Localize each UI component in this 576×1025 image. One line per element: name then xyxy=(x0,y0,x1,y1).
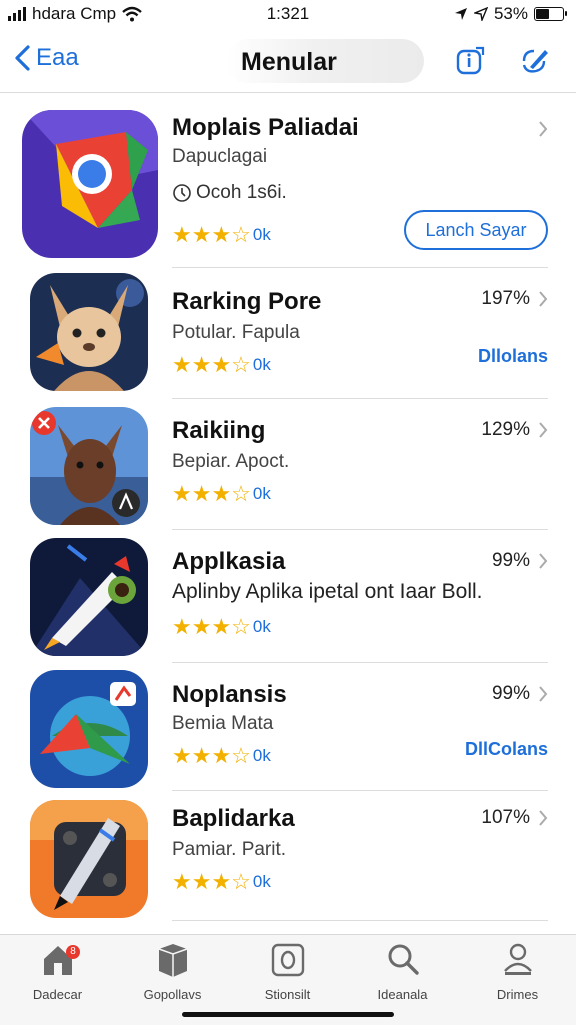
box-icon xyxy=(158,944,187,977)
back-label: Eaa xyxy=(36,44,79,71)
app-name: Noplansis xyxy=(172,681,287,708)
rating-count: 0k xyxy=(252,746,271,765)
app-percent: 99% xyxy=(491,683,530,704)
navigation-bar: Eaa Menular xyxy=(0,34,576,93)
download-link[interactable]: Dllolans xyxy=(478,346,548,367)
stars-glyphs: ★★★☆ xyxy=(172,352,251,377)
clock-icon xyxy=(173,184,191,202)
rating-count: 0k xyxy=(252,355,271,374)
list-item[interactable]: Noplansis Bemia Mata ★★★☆ 0k 99% DllCola… xyxy=(0,663,576,791)
chevron-right-icon xyxy=(539,810,548,826)
status-right: 53% xyxy=(454,4,567,24)
tab-label: Dadecar xyxy=(32,987,83,1002)
tab-bar: 8 Dadecar Gopollavs Stionsilt Ideanala D… xyxy=(0,934,576,1025)
stars-glyphs: ★★★☆ xyxy=(172,743,251,768)
chrome-like-icon xyxy=(22,110,158,258)
tab-search[interactable]: Ideanala xyxy=(345,941,460,1002)
stars-glyphs: ★★★☆ xyxy=(172,869,251,894)
app-subtitle: Bepiar. Apoct. xyxy=(172,451,290,472)
rating-count: 0k xyxy=(252,872,271,891)
home-indicator xyxy=(182,1012,394,1017)
notification-badge: 8 xyxy=(66,945,80,959)
star-rating: ★★★☆ 0k xyxy=(172,869,271,895)
stars-glyphs: ★★★☆ xyxy=(172,222,251,247)
info-icon[interactable] xyxy=(454,45,486,77)
tab-label: Gopollavs xyxy=(143,987,202,1002)
tab-label: Stionsilt xyxy=(264,987,311,1002)
app-name: Rarking Pore xyxy=(172,288,322,315)
page-title: Menular xyxy=(241,48,337,76)
app-subtitle: Aplinby Aplika ipetal ont Iaar Boll. xyxy=(172,580,483,603)
battery-fill xyxy=(536,9,549,19)
list-item[interactable]: Rarking Pore Potular. Fapula ★★★☆ 0k 197… xyxy=(0,268,576,399)
tab-label: Drimes xyxy=(496,987,539,1002)
location-icon xyxy=(454,8,467,20)
app-subtitle: Pamiar. Parit. xyxy=(172,839,287,860)
stars-glyphs: ★★★☆ xyxy=(172,481,251,506)
person-icon xyxy=(503,943,532,975)
location-outline-icon xyxy=(473,7,488,21)
rating-count: 0k xyxy=(252,484,271,503)
app-name: Moplais Paliadai xyxy=(172,114,359,141)
app-percent: 129% xyxy=(481,419,530,440)
compose-icon[interactable] xyxy=(518,45,550,77)
horse-icon xyxy=(30,407,148,525)
search-icon xyxy=(388,944,419,975)
star-rating: ★★★☆ 0k xyxy=(172,222,271,248)
tab-stations[interactable]: Stionsilt xyxy=(230,941,345,1002)
rating-count: 0k xyxy=(252,225,271,244)
list-item[interactable]: Applkasia Aplinby Aplika ipetal ont Iaar… xyxy=(0,530,576,663)
list-item[interactable]: Baplidarka Pamiar. Parit. ★★★☆ 0k 107% xyxy=(0,791,576,921)
app-subtitle: Bemia Mata xyxy=(172,713,274,734)
tab-profile[interactable]: Drimes xyxy=(460,941,575,1002)
app-name: Raikiing xyxy=(172,417,266,444)
download-link[interactable]: DllColans xyxy=(465,739,548,760)
list-item[interactable]: Moplais Paliadai Dapuclagai Ocoh 1s6i. ★… xyxy=(0,96,576,268)
rocket-icon xyxy=(30,538,148,656)
app-list: Moplais Paliadai Dapuclagai Ocoh 1s6i. ★… xyxy=(0,96,576,931)
tab-apps[interactable]: Gopollavs xyxy=(115,941,230,1002)
pen-tool-icon xyxy=(30,800,148,918)
search-title-pill[interactable]: Menular xyxy=(226,39,424,83)
app-percent: 99% xyxy=(491,550,530,571)
app-name: Applkasia xyxy=(172,548,286,575)
square-circle-icon xyxy=(271,943,304,977)
status-bar: hdara Cmp 1:321 53% xyxy=(0,0,576,30)
star-rating: ★★★☆ 0k xyxy=(172,481,271,507)
stars-glyphs: ★★★☆ xyxy=(172,614,251,639)
battery-percent: 53% xyxy=(493,4,528,23)
tab-label: Ideanala xyxy=(377,987,428,1002)
star-rating: ★★★☆ 0k xyxy=(172,743,271,769)
back-button[interactable]: Eaa xyxy=(14,44,79,72)
tab-home[interactable]: 8 Dadecar xyxy=(0,941,115,1002)
chevron-right-icon xyxy=(539,121,548,137)
chevron-left-icon xyxy=(15,45,30,71)
chevron-right-icon xyxy=(539,686,548,702)
globe-arrow-icon xyxy=(30,670,148,788)
app-name: Baplidarka xyxy=(172,805,295,832)
app-meta: Ocoh 1s6i. xyxy=(172,182,287,204)
app-percent: 107% xyxy=(481,807,530,828)
chevron-right-icon xyxy=(539,291,548,307)
app-meta-text: Ocoh 1s6i. xyxy=(196,182,287,203)
app-percent: 197% xyxy=(481,288,530,309)
app-subtitle: Potular. Fapula xyxy=(172,322,300,343)
kangaroo-icon xyxy=(30,273,148,391)
chevron-right-icon xyxy=(539,422,548,438)
app-subtitle: Dapuclagai xyxy=(172,146,268,167)
list-item[interactable]: Raikiing Bepiar. Apoct. ★★★☆ 0k 129% xyxy=(0,399,576,530)
rating-count: 0k xyxy=(252,617,271,636)
star-rating: ★★★☆ 0k xyxy=(172,352,271,378)
list-item[interactable] xyxy=(0,921,576,931)
battery-icon xyxy=(534,7,567,21)
star-rating: ★★★☆ 0k xyxy=(172,614,271,640)
chevron-right-icon xyxy=(539,553,548,569)
launch-button[interactable]: Lanch Sayar xyxy=(404,210,548,250)
